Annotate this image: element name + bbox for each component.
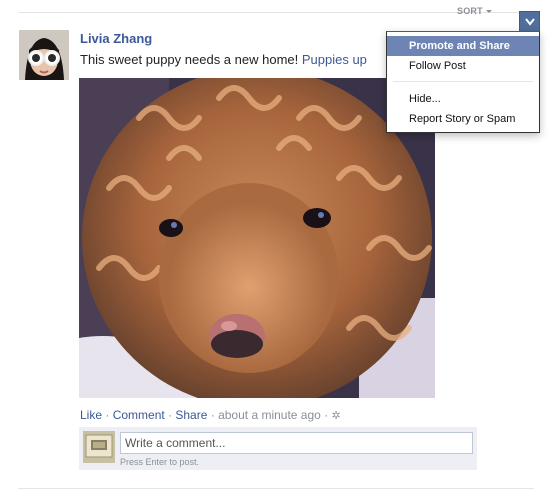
post-photo[interactable] — [79, 78, 435, 398]
feed-bottom-divider — [18, 488, 534, 489]
status-message: This sweet puppy needs a new home! — [80, 52, 302, 67]
status-text: This sweet puppy needs a new home! Puppi… — [80, 52, 400, 67]
like-link[interactable]: Like — [80, 408, 102, 422]
menu-item-promote-and-share[interactable]: Promote and Share — [387, 36, 539, 56]
comment-link[interactable]: Comment — [113, 408, 165, 422]
author-name-link[interactable]: Livia Zhang — [80, 31, 152, 46]
action-separator: · — [320, 408, 332, 422]
story-actions: Like · Comment · Share · about a minute … — [80, 408, 341, 422]
sort-button[interactable]: SORT — [457, 6, 492, 16]
menu-item-report-story[interactable]: Report Story or Spam — [387, 109, 539, 129]
comment-composer: Press Enter to post. — [79, 427, 477, 470]
commenter-avatar — [83, 431, 115, 463]
story-options-menu: Promote and Share Follow Post Hide... Re… — [386, 31, 540, 133]
action-separator: · — [207, 408, 219, 422]
comment-input[interactable] — [120, 432, 473, 454]
share-link[interactable]: Share — [175, 408, 207, 422]
menu-separator — [393, 81, 533, 82]
story-options-button[interactable] — [519, 11, 540, 32]
menu-item-follow-post[interactable]: Follow Post — [387, 56, 539, 76]
author-avatar[interactable] — [19, 30, 69, 80]
action-separator: · — [102, 408, 113, 422]
caret-down-icon — [485, 10, 492, 14]
privacy-gear-icon[interactable]: ✲ — [332, 409, 341, 422]
sort-label: SORT — [457, 6, 483, 16]
comment-hint: Press Enter to post. — [120, 457, 200, 467]
status-link[interactable]: Puppies up — [302, 52, 367, 67]
action-separator: · — [164, 408, 176, 422]
menu-item-hide[interactable]: Hide... — [387, 89, 539, 109]
chevron-down-icon — [525, 18, 535, 26]
post-timestamp[interactable]: about a minute ago — [218, 408, 321, 422]
